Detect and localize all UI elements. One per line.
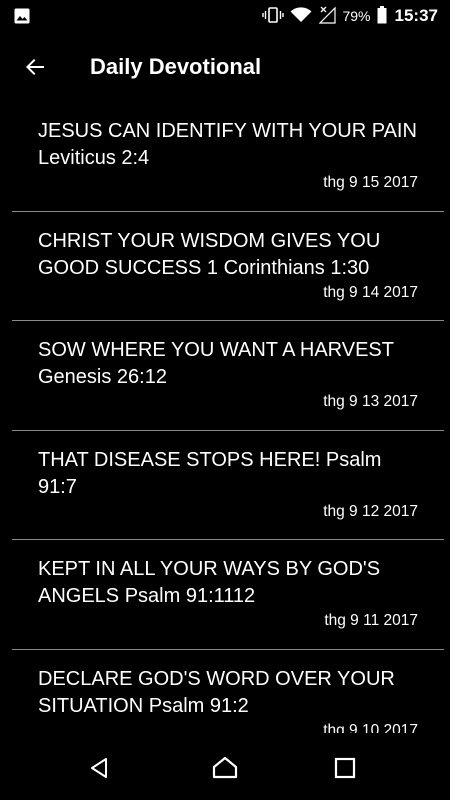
no-signal-icon <box>318 6 337 27</box>
list-item[interactable]: THAT DISEASE STOPS HERE! Psalm 91:7 thg … <box>12 431 444 540</box>
vibrate-icon <box>262 6 285 26</box>
devotional-title: JESUS CAN IDENTIFY WITH YOUR PAIN Leviti… <box>38 120 417 169</box>
recents-icon <box>334 757 356 779</box>
devotional-title: THAT DISEASE STOPS HERE! Psalm 91:7 <box>38 448 382 498</box>
devotional-date: thg 9 13 2017 <box>323 393 418 410</box>
list-item[interactable]: JESUS CAN IDENTIFY WITH YOUR PAIN Leviti… <box>12 102 444 212</box>
devotional-title: KEPT IN ALL YOUR WAYS BY GOD'S ANGELS Ps… <box>38 558 381 607</box>
devotional-date: thg 9 10 2017 <box>323 721 418 734</box>
clock-time: 15:37 <box>394 6 438 25</box>
devotional-date: thg 9 15 2017 <box>323 174 418 191</box>
app-bar: Daily Devotional <box>0 32 450 102</box>
home-icon <box>212 756 238 779</box>
devotional-date: thg 9 14 2017 <box>323 283 418 301</box>
battery-percent: 79% <box>342 8 371 24</box>
nav-home-button[interactable] <box>185 736 265 800</box>
navigation-bar <box>0 736 450 800</box>
nav-recents-button[interactable] <box>305 736 385 800</box>
status-icons: 79% 15:37 <box>262 0 438 32</box>
battery-icon <box>377 5 387 27</box>
devotional-title: SOW WHERE YOU WANT A HARVEST Genesis 26:… <box>38 339 394 388</box>
image-icon <box>14 8 30 29</box>
devotional-list[interactable]: JESUS CAN IDENTIFY WITH YOUR PAIN Leviti… <box>12 102 444 733</box>
devotional-title: DECLARE GOD'S WORD OVER YOUR SITUATION P… <box>38 667 395 717</box>
devotional-date: thg 9 12 2017 <box>323 502 418 520</box>
back-button[interactable] <box>20 52 50 82</box>
list-item[interactable]: KEPT IN ALL YOUR WAYS BY GOD'S ANGELS Ps… <box>12 540 444 650</box>
page-title: Daily Devotional <box>90 54 262 79</box>
status-bar: 79% 15:37 <box>0 0 450 32</box>
nav-back-button[interactable] <box>60 736 140 800</box>
list-item[interactable]: CHRIST YOUR WISDOM GIVES YOU GOOD SUCCES… <box>12 212 444 321</box>
arrow-back-icon <box>26 59 44 75</box>
list-item[interactable]: DECLARE GOD'S WORD OVER YOUR SITUATION P… <box>12 650 444 734</box>
back-triangle-icon <box>91 758 107 778</box>
devotional-date: thg 9 11 2017 <box>324 612 418 629</box>
list-item[interactable]: SOW WHERE YOU WANT A HARVEST Genesis 26:… <box>12 321 444 431</box>
wifi-icon <box>290 6 312 26</box>
devotional-title: CHRIST YOUR WISDOM GIVES YOU GOOD SUCCES… <box>38 229 381 279</box>
